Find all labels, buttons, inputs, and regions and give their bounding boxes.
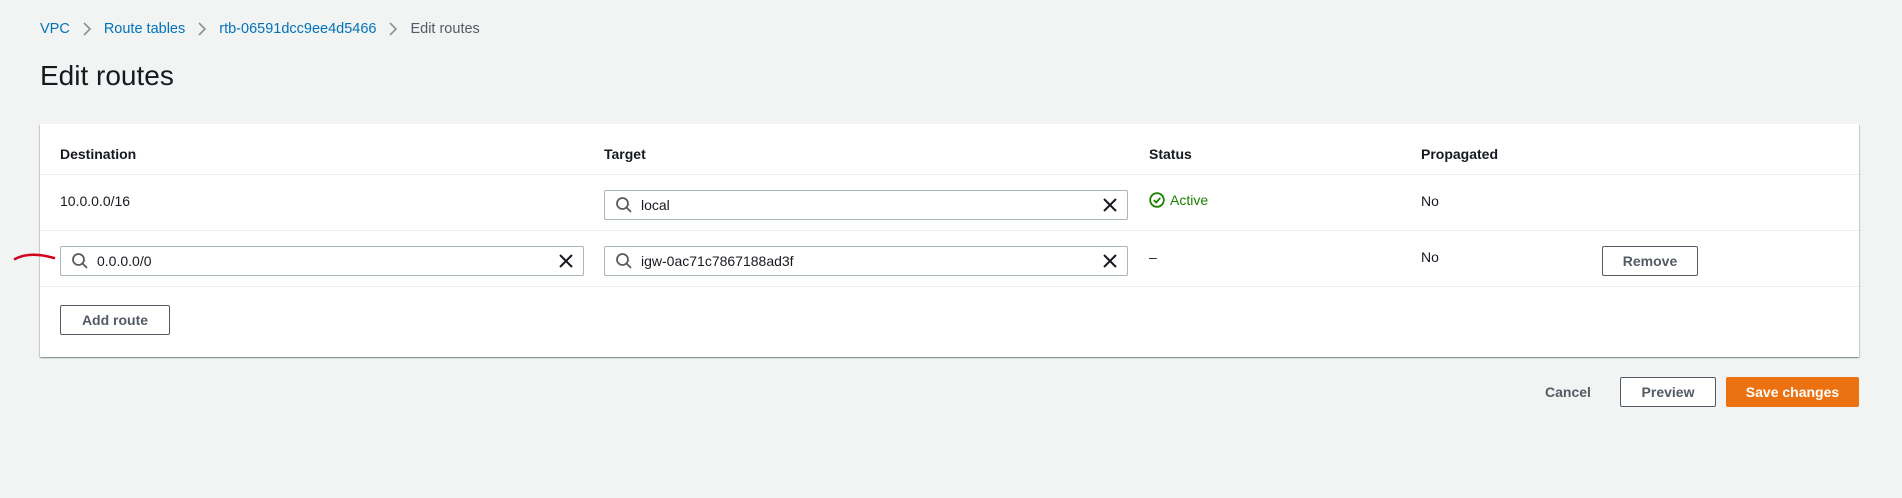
header-target: Target <box>604 146 646 162</box>
breadcrumb: VPC Route tables rtb-06591dcc9ee4d5466 E… <box>40 18 480 40</box>
remove-route-button[interactable]: Remove <box>1602 246 1698 276</box>
propagated-text: No <box>1421 249 1439 265</box>
cancel-button[interactable]: Cancel <box>1545 384 1591 400</box>
search-icon <box>615 196 633 214</box>
target-input-value[interactable]: local <box>641 197 1101 213</box>
clear-icon[interactable] <box>557 252 575 270</box>
status-text: – <box>1149 249 1157 265</box>
header-status: Status <box>1149 146 1192 162</box>
annotation-mark <box>13 253 56 261</box>
divider <box>40 174 1859 175</box>
routes-table-panel: Destination Target Status Propagated 10.… <box>40 124 1859 357</box>
add-route-button[interactable]: Add route <box>60 305 170 335</box>
breadcrumb-vpc-link[interactable]: VPC <box>40 21 70 37</box>
header-destination: Destination <box>60 146 137 162</box>
target-input-value[interactable]: igw-0ac71c7867188ad3f <box>641 253 1101 269</box>
search-icon <box>71 252 89 270</box>
clear-icon[interactable] <box>1101 196 1119 214</box>
breadcrumb-route-table-id-link[interactable]: rtb-06591dcc9ee4d5466 <box>219 21 376 37</box>
breadcrumb-current: Edit routes <box>410 21 480 37</box>
propagated-text: No <box>1421 193 1439 209</box>
destination-text: 10.0.0.0/16 <box>60 193 131 209</box>
destination-input-value[interactable]: 0.0.0.0/0 <box>97 253 557 269</box>
save-changes-button[interactable]: Save changes <box>1726 377 1859 407</box>
header-propagated: Propagated <box>1421 146 1499 162</box>
chevron-right-icon <box>191 20 213 38</box>
clear-icon[interactable] <box>1101 252 1119 270</box>
target-input[interactable]: local <box>604 190 1128 220</box>
divider <box>40 230 1859 231</box>
target-input[interactable]: igw-0ac71c7867188ad3f <box>604 246 1128 276</box>
divider <box>40 286 1859 287</box>
status-badge: Active <box>1149 192 1208 208</box>
check-circle-icon <box>1149 192 1165 208</box>
page-title: Edit routes <box>40 60 174 91</box>
chevron-right-icon <box>76 20 98 38</box>
chevron-right-icon <box>382 20 404 38</box>
preview-button[interactable]: Preview <box>1620 377 1716 407</box>
status-text: Active <box>1170 192 1209 208</box>
search-icon <box>615 252 633 270</box>
destination-input[interactable]: 0.0.0.0/0 <box>60 246 584 276</box>
breadcrumb-route-tables-link[interactable]: Route tables <box>104 21 185 37</box>
